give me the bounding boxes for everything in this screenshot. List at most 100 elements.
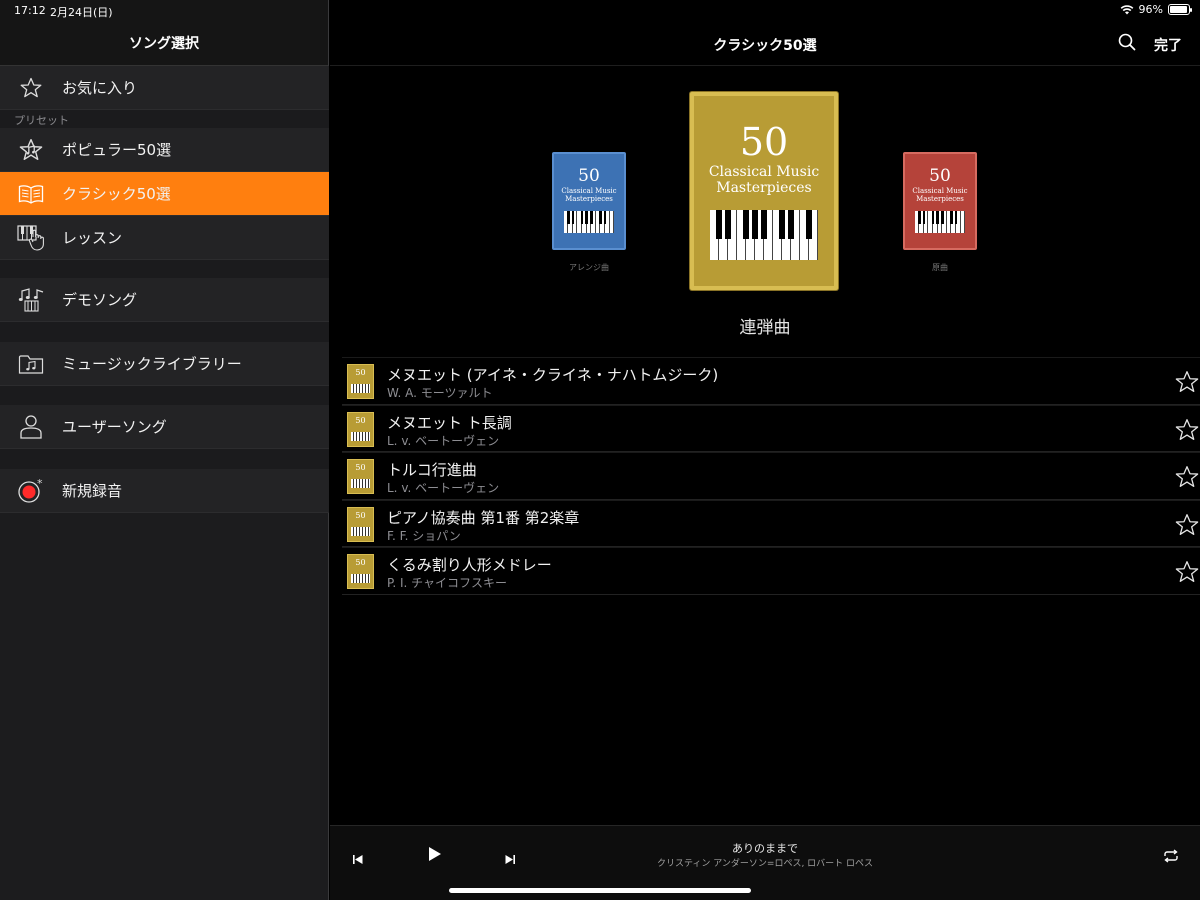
home-indicator	[449, 888, 751, 893]
app-window: 17:12 2月24日(日) 96% ソング選択 お気に入り プリセット ポピュ…	[0, 0, 1200, 900]
song-artist: P. I. チャイコフスキー	[387, 576, 508, 590]
player-artist: クリスティン アンダーソン=ロペス, ロバート ロペス	[656, 859, 874, 869]
music-notes-icon	[0, 287, 62, 313]
black-key	[931, 211, 935, 224]
sidebar-item-favorites[interactable]: お気に入り	[0, 66, 329, 110]
favorite-star-icon[interactable]	[1174, 417, 1200, 447]
thumb-number: 50	[355, 463, 366, 472]
piano-hand-icon	[0, 224, 62, 251]
sidebar-item-lesson[interactable]: レッスン	[0, 216, 329, 260]
sidebar-item-popular[interactable]: ポピュラー50選	[0, 128, 329, 172]
repeat-icon[interactable]	[1163, 848, 1179, 867]
sidebar-item-library[interactable]: ミュージックライブラリー	[0, 342, 329, 386]
sidebar-item-new-recording[interactable]: * 新規録音	[0, 469, 329, 513]
song-artist: L. v. ベートーヴェン	[387, 433, 500, 448]
black-key	[743, 210, 749, 240]
piano-keys-graphic	[563, 211, 615, 234]
black-key	[761, 210, 767, 240]
black-key	[950, 211, 953, 224]
cover-title: Classical Music Masterpieces	[709, 164, 819, 196]
black-key	[571, 211, 575, 224]
black-key	[936, 211, 940, 224]
cover-title-line2: Masterpieces	[916, 195, 964, 204]
song-cover-thumbnail: 50	[347, 364, 374, 399]
cover-duet[interactable]: 50 Classical Music Masterpieces	[690, 92, 838, 290]
song-cover-thumbnail: 50	[347, 506, 374, 542]
song-title: トルコ行進曲	[387, 461, 477, 479]
thumb-number: 50	[355, 368, 366, 377]
open-book-icon	[0, 184, 62, 204]
black-key	[806, 210, 812, 240]
cover-number: 50	[929, 166, 951, 186]
battery-icon	[1168, 4, 1192, 15]
thumb-keys	[351, 479, 370, 488]
black-key	[752, 210, 758, 240]
cover-title-line1: Classical Music	[912, 187, 968, 195]
star-music-icon	[0, 137, 62, 163]
black-key	[954, 211, 958, 224]
song-row[interactable]: 50 ピアノ協奏曲 第1番 第2楽章 F. F. ショパン	[342, 499, 1200, 547]
black-key	[716, 210, 722, 240]
favorite-star-icon[interactable]	[1174, 559, 1200, 589]
black-key	[599, 211, 602, 224]
status-time: 17:12	[14, 4, 46, 17]
battery-level	[1170, 6, 1188, 13]
song-artist: F. F. ショパン	[387, 528, 461, 543]
song-cover-thumbnail: 50	[347, 554, 374, 589]
favorite-star-icon[interactable]	[1174, 464, 1200, 494]
white-key	[960, 211, 966, 234]
sidebar-item-label: 新規録音	[62, 482, 123, 500]
star-outline-icon	[0, 76, 62, 100]
piano-keys-graphic	[914, 211, 966, 234]
status-right: 96%	[1120, 3, 1192, 16]
record-icon: *	[0, 477, 62, 505]
thumb-number: 50	[355, 415, 366, 425]
status-date: 2月24日(日)	[50, 6, 113, 19]
search-icon[interactable]	[1118, 33, 1136, 55]
song-list: 50 メヌエット (アイネ・クライネ・ナハトムジーク) W. A. モーツァルト 50…	[342, 357, 1200, 595]
song-row[interactable]: 50 メヌエット ト長調 L. v. ベートーヴェン	[342, 404, 1200, 452]
cover-original[interactable]: 50 Classical Music Masterpieces	[903, 152, 977, 250]
cover-title: Classical Music Masterpieces	[561, 187, 616, 203]
song-row[interactable]: 50 トルコ行進曲 L. v. ベートーヴェン	[342, 452, 1200, 500]
battery-percent: 96%	[1138, 3, 1163, 16]
black-key	[603, 211, 607, 224]
cover-title: Classical Music Masterpieces	[912, 187, 967, 203]
black-key	[566, 211, 570, 224]
sidebar-item-demo[interactable]: デモソング	[0, 278, 329, 322]
cover-content: 50 Classical Music Masterpieces	[694, 96, 834, 286]
thumb-keys	[351, 384, 370, 393]
thumb-keys	[351, 526, 370, 536]
sidebar-item-label: ユーザーソング	[62, 418, 167, 436]
sidebar-item-user-songs[interactable]: ユーザーソング	[0, 405, 329, 449]
song-row[interactable]: 50 くるみ割り人形メドレー P. I. チャイコフスキー	[342, 547, 1200, 595]
section-gap	[0, 260, 329, 278]
song-title: メヌエット ト長調	[387, 413, 512, 432]
thumb-number: 50	[355, 558, 366, 567]
svg-text:*: *	[37, 477, 43, 490]
song-artist: W. A. モーツァルト	[387, 386, 493, 400]
sidebar-item-label: ミュージックライブラリー	[62, 355, 242, 373]
section-gap	[0, 386, 329, 405]
sidebar-item-label: レッスン	[62, 229, 123, 247]
favorite-star-icon[interactable]	[1174, 369, 1200, 399]
song-row[interactable]: 50 メヌエット (アイネ・クライネ・ナハトムジーク) W. A. モーツァルト	[342, 357, 1200, 405]
thumb-keys	[351, 431, 370, 441]
favorite-star-icon[interactable]	[1174, 512, 1200, 542]
sidebar-item-label: クラシック50選	[62, 185, 171, 203]
wifi-icon	[1120, 5, 1133, 15]
music-folder-icon	[0, 353, 62, 375]
cover-arrange[interactable]: 50 Classical Music Masterpieces	[552, 152, 626, 250]
cover-title-line1: Classical Music	[561, 187, 617, 195]
sidebar-item-classic[interactable]: クラシック50選	[0, 172, 329, 216]
black-key	[940, 211, 944, 224]
cover-number: 50	[739, 120, 789, 164]
cover-content: 50 Classical Music Masterpieces	[554, 154, 624, 248]
sidebar-item-label: ポピュラー50選	[62, 141, 172, 159]
page-title: クラシック50選	[713, 38, 817, 54]
white-key	[609, 211, 615, 234]
black-key	[580, 211, 584, 224]
done-button[interactable]: 完了	[1154, 35, 1182, 55]
song-cover-thumbnail: 50	[347, 411, 374, 447]
section-gap	[0, 322, 329, 342]
